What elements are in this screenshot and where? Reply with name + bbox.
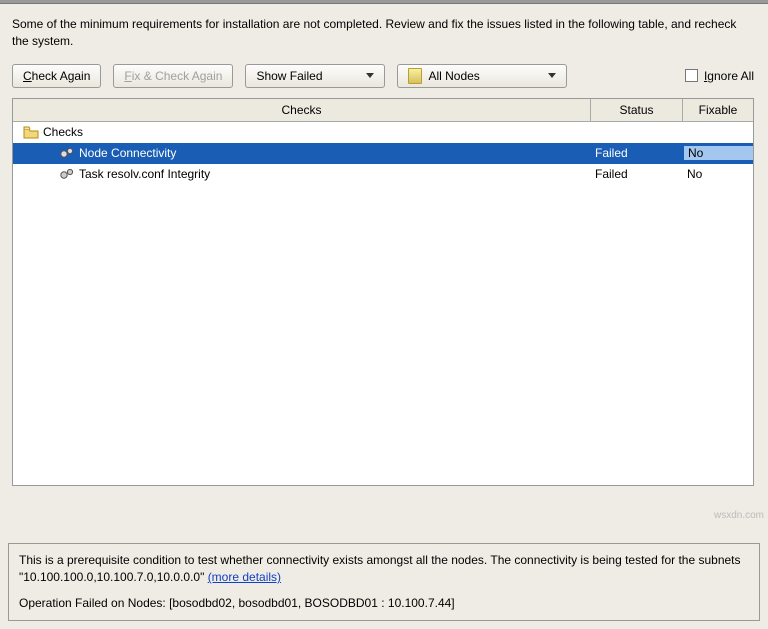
check-label: Task resolv.conf Integrity <box>79 167 210 181</box>
node-icon <box>408 68 422 84</box>
main-panel: Some of the minimum requirements for ins… <box>0 4 768 486</box>
detail-operation: Operation Failed on Nodes: [bosodbd02, b… <box>19 595 749 612</box>
col-status[interactable]: Status <box>591 99 683 121</box>
chevron-down-icon <box>548 73 556 78</box>
watermark-text: wsxdn.com <box>714 510 764 521</box>
detail-description: This is a prerequisite condition to test… <box>19 552 749 587</box>
table-header: Checks Status Fixable <box>13 99 753 122</box>
toolbar-row: Check Again Fix & Check Again Show Faile… <box>12 64 754 88</box>
tree-row-node-connectivity[interactable]: Node Connectivity Failed No <box>13 143 753 164</box>
checkbox-box[interactable] <box>685 69 698 82</box>
all-nodes-dropdown[interactable]: All Nodes <box>397 64 567 88</box>
col-fixable[interactable]: Fixable <box>683 99 753 121</box>
status-cell: Failed <box>591 146 683 160</box>
folder-open-icon <box>23 125 39 139</box>
show-failed-dropdown[interactable]: Show Failed <box>245 64 385 88</box>
tree-root-row[interactable]: Checks <box>13 122 753 143</box>
col-checks[interactable]: Checks <box>13 99 591 121</box>
check-again-button[interactable]: Check Again <box>12 64 101 88</box>
chevron-down-icon <box>366 73 374 78</box>
gears-icon <box>59 167 75 181</box>
fixable-cell: No <box>683 167 753 181</box>
ignore-all-checkbox[interactable]: Ignore All <box>685 69 754 83</box>
table-body[interactable]: Checks Node Connectivity Failed No <box>13 122 753 485</box>
check-label: Node Connectivity <box>79 146 176 160</box>
more-details-link[interactable]: (more details) <box>208 570 281 584</box>
status-cell: Failed <box>591 167 683 181</box>
checks-table: Checks Status Fixable Checks <box>12 98 754 486</box>
fix-and-check-again-button: Fix & Check Again <box>113 64 233 88</box>
tree-root-label: Checks <box>43 125 83 139</box>
tree-row-resolv-conf[interactable]: Task resolv.conf Integrity Failed No <box>13 164 753 185</box>
instruction-text: Some of the minimum requirements for ins… <box>12 16 754 50</box>
gears-icon <box>59 146 75 160</box>
fixable-cell: No <box>683 146 753 160</box>
detail-panel: This is a prerequisite condition to test… <box>8 543 760 621</box>
